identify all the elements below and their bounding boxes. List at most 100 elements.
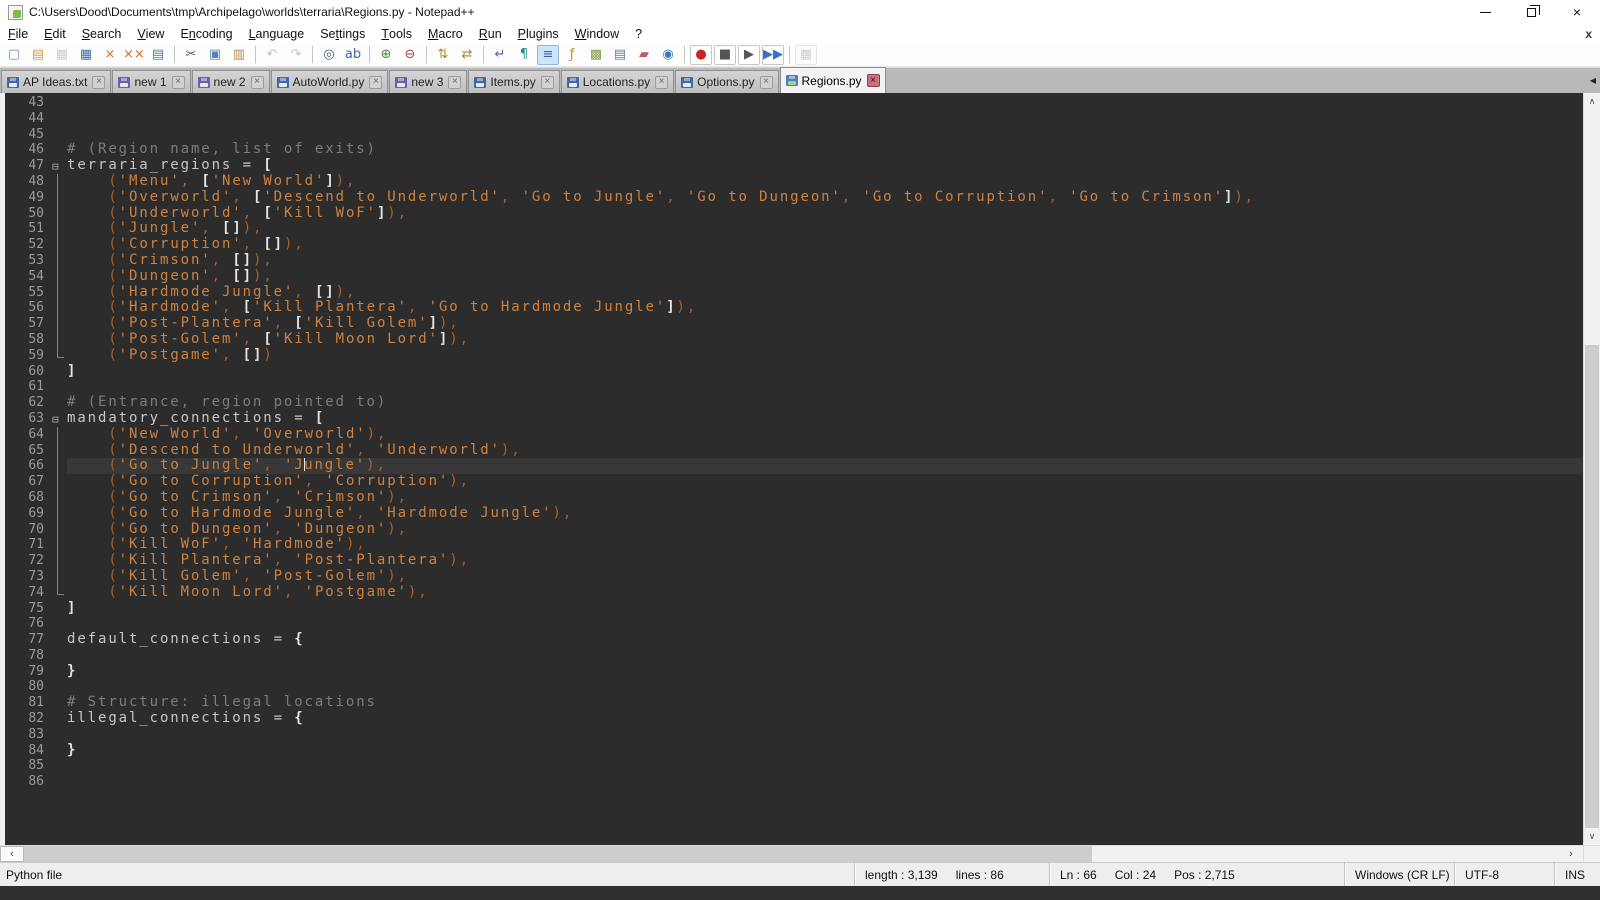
code-line[interactable]: 65 ('Descend to Underworld', 'Underworld… bbox=[5, 443, 1583, 459]
macro-record-icon[interactable]: ● bbox=[690, 45, 712, 65]
tab-locations-py[interactable]: Locations.py× bbox=[561, 70, 674, 93]
sync-horizontal-icon[interactable]: ⇄ bbox=[456, 45, 478, 65]
code-line[interactable]: 83 bbox=[5, 727, 1583, 743]
tab-close-icon[interactable]: × bbox=[448, 76, 461, 89]
code-line[interactable]: 75] bbox=[5, 601, 1583, 617]
new-file-icon[interactable]: ▢ bbox=[3, 45, 25, 65]
document-map-icon[interactable]: ▩ bbox=[585, 45, 607, 65]
tab-close-icon[interactable]: × bbox=[760, 76, 773, 89]
code-line[interactable]: 81# Structure: illegal locations bbox=[5, 695, 1583, 711]
sync-vertical-icon[interactable]: ⇅ bbox=[432, 45, 454, 65]
code-line[interactable]: 49 ('Overworld', ['Descend to Underworld… bbox=[5, 190, 1583, 206]
save-icon[interactable]: ▦ bbox=[51, 45, 73, 65]
horizontal-scroll-track[interactable] bbox=[1092, 846, 1559, 862]
fold-open-marker[interactable] bbox=[49, 411, 67, 427]
menu-search[interactable]: Search bbox=[74, 24, 130, 43]
code-line[interactable]: 71 ('Kill WoF', 'Hardmode'), bbox=[5, 537, 1583, 553]
code-line[interactable]: 53 ('Crimson', []), bbox=[5, 253, 1583, 269]
vertical-scroll-thumb[interactable] bbox=[1585, 345, 1599, 828]
code-line[interactable]: 73 ('Kill Golem', 'Post-Golem'), bbox=[5, 569, 1583, 585]
macro-save-icon[interactable]: ▦ bbox=[795, 45, 817, 65]
menu-plugins[interactable]: Plugins bbox=[510, 24, 567, 43]
monitoring-icon[interactable]: ◉ bbox=[657, 45, 679, 65]
code-line[interactable]: 48 ('Menu', ['New World']), bbox=[5, 174, 1583, 190]
code-line[interactable]: 45 bbox=[5, 127, 1583, 143]
tab-close-icon[interactable]: × bbox=[541, 76, 554, 89]
tab-overflow-icon[interactable]: ◀ bbox=[1590, 76, 1596, 85]
code-line[interactable]: 60] bbox=[5, 364, 1583, 380]
document-list-icon[interactable]: ▤ bbox=[609, 45, 631, 65]
macro-play-icon[interactable]: ▶ bbox=[738, 45, 760, 65]
open-folder-icon[interactable]: ▤ bbox=[27, 45, 49, 65]
tab-close-icon[interactable]: × bbox=[172, 76, 185, 89]
tab-ap-ideas-txt[interactable]: AP Ideas.txt× bbox=[1, 70, 111, 93]
code-line[interactable]: 72 ('Kill Plantera', 'Post-Plantera'), bbox=[5, 553, 1583, 569]
undo-icon[interactable]: ↶ bbox=[261, 45, 283, 65]
menu-tools[interactable]: Tools bbox=[373, 24, 420, 43]
tab-options-py[interactable]: Options.py× bbox=[675, 70, 778, 93]
tab-new-2[interactable]: new 2× bbox=[192, 70, 270, 93]
code-line[interactable]: 52 ('Corruption', []), bbox=[5, 237, 1583, 253]
code-line[interactable]: 58 ('Post-Golem', ['Kill Moon Lord']), bbox=[5, 332, 1583, 348]
code-line[interactable]: 67 ('Go to Corruption', 'Corruption'), bbox=[5, 474, 1583, 490]
code-line[interactable]: 59 ('Postgame', []) bbox=[5, 348, 1583, 364]
code-line[interactable]: 76 bbox=[5, 616, 1583, 632]
cut-icon[interactable]: ✂ bbox=[180, 45, 202, 65]
code-line[interactable]: 78 bbox=[5, 648, 1583, 664]
code-line[interactable]: 85 bbox=[5, 758, 1583, 774]
minimize-button[interactable] bbox=[1462, 0, 1508, 24]
scroll-up-arrow-icon[interactable]: ∧ bbox=[1584, 93, 1600, 110]
indent-guide-icon[interactable]: ≡ bbox=[537, 45, 559, 65]
word-wrap-icon[interactable]: ↵ bbox=[489, 45, 511, 65]
scroll-left-arrow-icon[interactable]: ‹ bbox=[0, 846, 24, 862]
macro-run-multiple-icon[interactable]: ▶▶ bbox=[762, 45, 784, 65]
tab-close-icon[interactable]: × bbox=[369, 76, 382, 89]
folder-as-workspace-icon[interactable]: ▰ bbox=[633, 45, 655, 65]
macro-stop-icon[interactable]: ■ bbox=[714, 45, 736, 65]
tab-autoworld-py[interactable]: AutoWorld.py× bbox=[271, 70, 389, 93]
code-line[interactable]: 79} bbox=[5, 664, 1583, 680]
code-line[interactable]: 70 ('Go to Dungeon', 'Dungeon'), bbox=[5, 522, 1583, 538]
print-icon[interactable]: ▤ bbox=[147, 45, 169, 65]
code-line[interactable]: 64 ('New World', 'Overworld'), bbox=[5, 427, 1583, 443]
code-line[interactable]: 69 ('Go to Hardmode Jungle', 'Hardmode J… bbox=[5, 506, 1583, 522]
paste-icon[interactable]: ▥ bbox=[228, 45, 250, 65]
code-line[interactable]: 66 ('Go to Jungle', 'Jungle'), bbox=[5, 458, 1583, 474]
code-line[interactable]: 84} bbox=[5, 743, 1583, 759]
tab-close-icon[interactable]: × bbox=[92, 76, 105, 89]
code-line[interactable]: 77default_connections = { bbox=[5, 632, 1583, 648]
replace-icon[interactable]: ab bbox=[342, 45, 364, 65]
close-button[interactable]: × bbox=[1554, 0, 1600, 24]
code-line[interactable]: 47terraria_regions = [ bbox=[5, 158, 1583, 174]
tab-close-icon[interactable]: × bbox=[655, 76, 668, 89]
menu-macro[interactable]: Macro bbox=[420, 24, 471, 43]
code-line[interactable]: 74 ('Kill Moon Lord', 'Postgame'), bbox=[5, 585, 1583, 601]
tab-new-1[interactable]: new 1× bbox=[112, 70, 190, 93]
close-doc-icon[interactable]: × bbox=[99, 45, 121, 65]
zoom-out-icon[interactable]: ⊖ bbox=[399, 45, 421, 65]
code-line[interactable]: 54 ('Dungeon', []), bbox=[5, 269, 1583, 285]
tab-regions-py[interactable]: Regions.py× bbox=[780, 67, 886, 93]
code-line[interactable]: 80 bbox=[5, 679, 1583, 695]
scroll-down-arrow-icon[interactable]: ∨ bbox=[1584, 828, 1600, 845]
code-line[interactable]: 61 bbox=[5, 379, 1583, 395]
code-line[interactable]: 51 ('Jungle', []), bbox=[5, 221, 1583, 237]
code-line[interactable]: 44 bbox=[5, 111, 1583, 127]
menu-run[interactable]: Run bbox=[471, 24, 510, 43]
horizontal-scrollbar[interactable]: ‹ › bbox=[0, 845, 1600, 862]
show-all-characters-icon[interactable]: ¶ bbox=[513, 45, 535, 65]
menu-?[interactable]: ? bbox=[627, 24, 650, 43]
tab-close-icon[interactable]: × bbox=[867, 74, 880, 87]
code-line[interactable]: 62# (Entrance, region pointed to) bbox=[5, 395, 1583, 411]
menu-view[interactable]: View bbox=[129, 24, 172, 43]
function-list-icon[interactable]: ƒ bbox=[561, 45, 583, 65]
code-line[interactable]: 46# (Region name, list of exits) bbox=[5, 142, 1583, 158]
tab-items-py[interactable]: Items.py× bbox=[468, 70, 559, 93]
fold-open-marker[interactable] bbox=[49, 158, 67, 174]
close-all-docs-icon[interactable]: ×× bbox=[123, 45, 145, 65]
menu-edit[interactable]: Edit bbox=[36, 24, 74, 43]
scroll-right-arrow-icon[interactable]: › bbox=[1559, 846, 1583, 862]
menu-language[interactable]: Language bbox=[241, 24, 313, 43]
code-line[interactable]: 55 ('Hardmode Jungle', []), bbox=[5, 285, 1583, 301]
tab-close-icon[interactable]: × bbox=[251, 76, 264, 89]
